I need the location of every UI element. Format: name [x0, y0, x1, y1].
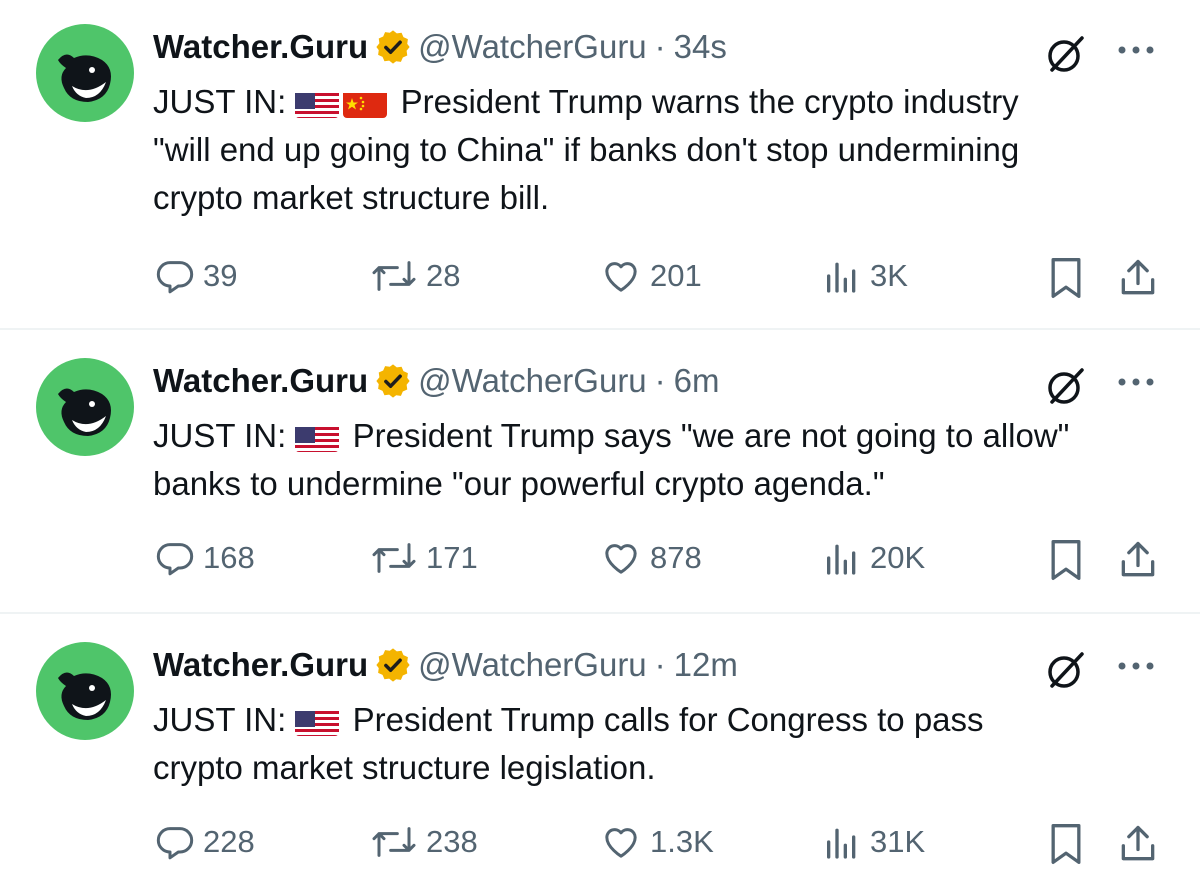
verified-badge-icon — [376, 30, 410, 64]
views-button[interactable]: 3K — [822, 256, 908, 296]
tweet-text-line-1: President Trump says "we are not going t… — [352, 417, 1070, 454]
reply-button[interactable]: 39 — [155, 256, 237, 296]
verified-badge-icon — [376, 364, 410, 398]
like-button[interactable]: 878 — [600, 538, 702, 578]
tweet-2[interactable]: Watcher.Guru @WatcherGuru · 6m JUST IN: … — [0, 330, 1200, 612]
china-flag-icon — [343, 88, 388, 118]
repost-button[interactable]: 238 — [370, 822, 478, 862]
tweet-header: Watcher.Guru @WatcherGuru · 34s — [153, 24, 727, 70]
avatar[interactable] — [36, 358, 134, 456]
tweet-prefix: JUST IN: — [153, 701, 287, 738]
tweet-text-line-1: President Trump calls for Congress to pa… — [352, 701, 984, 738]
like-button[interactable]: 1.3K — [600, 822, 714, 862]
more-options-icon[interactable] — [1112, 372, 1160, 392]
heart-icon — [605, 544, 637, 574]
bookmark-icon[interactable] — [1046, 822, 1086, 866]
tweet-text-line-2: banks to undermine "our powerful crypto … — [153, 465, 885, 502]
bookmark-icon[interactable] — [1046, 256, 1086, 300]
tweet-text: JUST IN: President Trump calls for Congr… — [153, 696, 1163, 792]
timestamp[interactable]: 34s — [674, 28, 727, 66]
tweet-actions: 39 28 201 3K — [0, 252, 1200, 300]
reply-count: 39 — [203, 258, 238, 293]
repost-icon — [372, 261, 416, 291]
tweet-text-line-2: crypto market structure legislation. — [153, 749, 656, 786]
tweet-text-line-2: "will end up going to China" if banks do… — [153, 131, 1020, 168]
reply-icon — [156, 543, 194, 576]
tweet-text-line-3: crypto market structure bill. — [153, 179, 550, 216]
tweet-text: JUST IN: President Trump says "we are no… — [153, 412, 1163, 508]
separator: · — [654, 362, 666, 399]
author-name[interactable]: Watcher.Guru — [153, 646, 368, 684]
author-handle[interactable]: @WatcherGuru — [418, 646, 647, 684]
repost-icon — [372, 543, 416, 573]
us-flag-icon — [295, 88, 340, 118]
tweet-1[interactable]: Watcher.Guru @WatcherGuru · 34s JUST IN:… — [0, 0, 1200, 328]
reply-button[interactable]: 228 — [155, 822, 255, 862]
share-icon[interactable] — [1116, 256, 1160, 300]
view-count: 31K — [870, 824, 926, 859]
author-handle[interactable]: @WatcherGuru — [418, 28, 647, 66]
like-count: 201 — [650, 258, 702, 293]
views-icon — [827, 544, 856, 575]
view-count: 20K — [870, 540, 926, 575]
author-name[interactable]: Watcher.Guru — [153, 28, 368, 66]
more-options-icon[interactable] — [1112, 656, 1160, 676]
views-icon — [827, 828, 856, 859]
separator: · — [654, 28, 666, 65]
reply-count: 168 — [203, 540, 255, 575]
us-flag-icon — [295, 706, 340, 736]
repost-button[interactable]: 171 — [370, 538, 478, 578]
tweet-actions: 228 238 1.3K 31K — [0, 818, 1200, 866]
whale-logo-icon — [58, 388, 111, 436]
author-name[interactable]: Watcher.Guru — [153, 362, 368, 400]
heart-icon — [605, 262, 637, 292]
repost-icon — [372, 827, 416, 857]
whale-logo-icon — [58, 672, 111, 720]
repost-count: 238 — [426, 824, 478, 859]
grok-icon[interactable] — [1044, 32, 1088, 76]
avatar[interactable] — [36, 642, 134, 740]
tweet-header: Watcher.Guru @WatcherGuru · 12m — [153, 642, 738, 688]
timestamp[interactable]: 6m — [674, 362, 720, 400]
whale-logo-icon — [58, 54, 111, 102]
views-button[interactable]: 31K — [822, 822, 925, 862]
tweet-prefix: JUST IN: — [153, 83, 287, 120]
heart-icon — [605, 828, 637, 858]
like-count: 1.3K — [650, 824, 714, 859]
more-options-icon[interactable] — [1112, 40, 1160, 60]
view-count: 3K — [870, 258, 908, 293]
reply-icon — [156, 827, 194, 860]
author-handle[interactable]: @WatcherGuru — [418, 362, 647, 400]
tweet-text-line-1: President Trump warns the crypto industr… — [400, 83, 1019, 120]
tweet-actions: 168 171 878 20K — [0, 534, 1200, 582]
tweet-3[interactable]: Watcher.Guru @WatcherGuru · 12m JUST IN:… — [0, 614, 1200, 893]
grok-icon[interactable] — [1044, 648, 1088, 692]
avatar[interactable] — [36, 24, 134, 122]
tweet-text: JUST IN: President Trump warns the crypt… — [153, 78, 1163, 222]
tweet-prefix: JUST IN: — [153, 417, 287, 454]
like-count: 878 — [650, 540, 702, 575]
separator: · — [654, 646, 666, 683]
views-button[interactable]: 20K — [822, 538, 925, 578]
reply-icon — [156, 261, 194, 294]
us-flag-icon — [295, 422, 340, 452]
views-icon — [827, 262, 856, 293]
bookmark-icon[interactable] — [1046, 538, 1086, 582]
tweet-header: Watcher.Guru @WatcherGuru · 6m — [153, 358, 720, 404]
repost-button[interactable]: 28 — [370, 256, 460, 296]
share-icon[interactable] — [1116, 822, 1160, 866]
timeline-feed: Watcher.Guru @WatcherGuru · 34s JUST IN:… — [0, 0, 1200, 893]
timestamp[interactable]: 12m — [674, 646, 738, 684]
reply-button[interactable]: 168 — [155, 538, 255, 578]
verified-badge-icon — [376, 648, 410, 682]
share-icon[interactable] — [1116, 538, 1160, 582]
repost-count: 171 — [426, 540, 478, 575]
like-button[interactable]: 201 — [600, 256, 702, 296]
reply-count: 228 — [203, 824, 255, 859]
grok-icon[interactable] — [1044, 364, 1088, 408]
repost-count: 28 — [426, 258, 461, 293]
